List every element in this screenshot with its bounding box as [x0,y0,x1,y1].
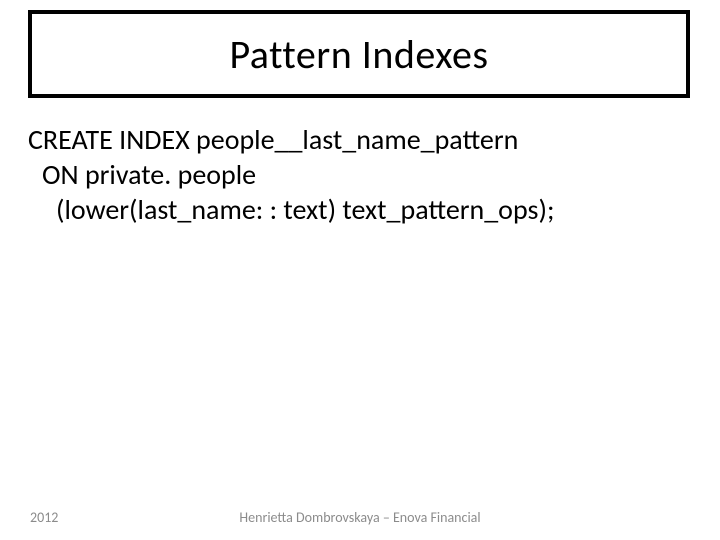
slide-title: Pattern Indexes [229,30,488,79]
footer-credit: Henrietta Dombrovskaya – Enova Financial [0,509,720,526]
code-line-1: CREATE INDEX people__last_name_pattern [28,122,692,157]
code-line-3: (lower(last_name: : text) text_pattern_o… [28,192,692,227]
slide-body: CREATE INDEX people__last_name_pattern O… [28,122,692,227]
code-line-2: ON private. people [28,157,692,192]
slide: Pattern Indexes CREATE INDEX people__las… [0,0,720,540]
footer: 2012 Henrietta Dombrovskaya – Enova Fina… [0,506,720,526]
title-box: Pattern Indexes [28,10,690,98]
